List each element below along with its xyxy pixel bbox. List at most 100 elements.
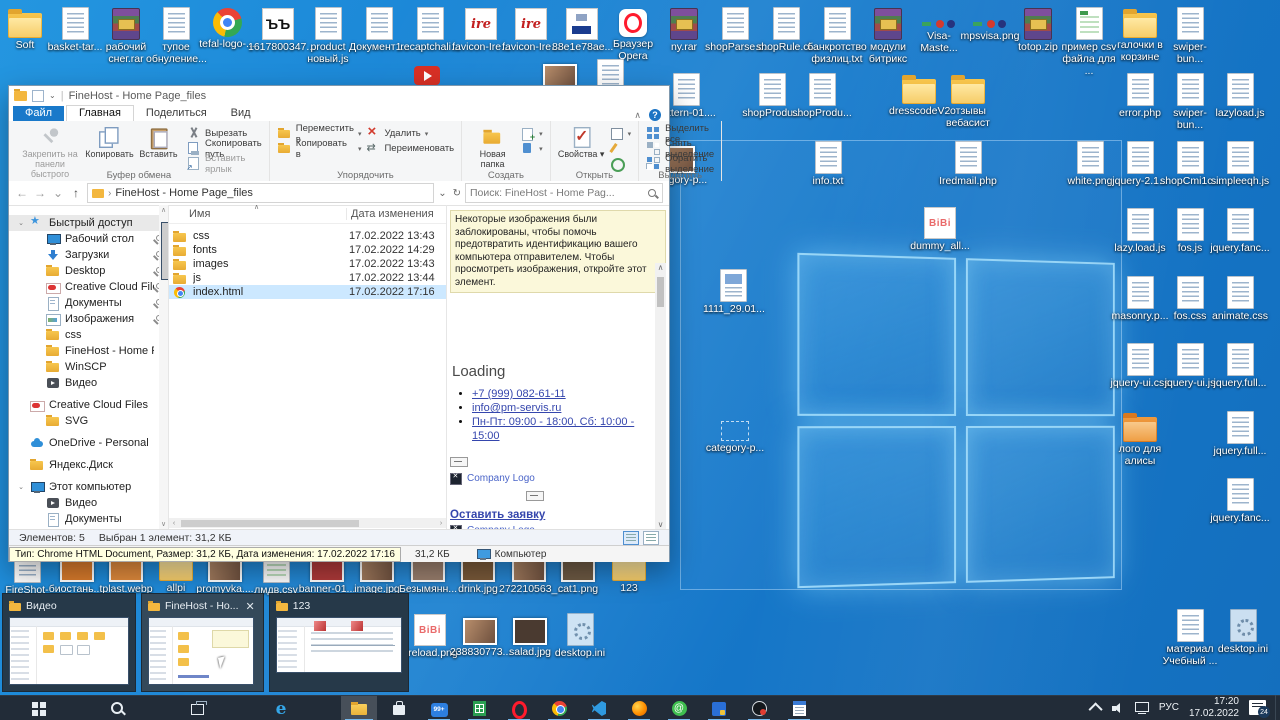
table-row[interactable]: css 17.02.2022 13:43 xyxy=(169,229,446,243)
scroll-down-icon[interactable]: ∨ xyxy=(159,520,168,528)
recent-locations-caret[interactable]: ⌄ xyxy=(51,186,65,200)
show-desktop-button[interactable] xyxy=(1275,695,1280,720)
tab-Поделиться[interactable]: Поделиться xyxy=(134,106,219,121)
window-thumbnail[interactable] xyxy=(148,617,254,685)
sidebar-item-Яндекс.Диск[interactable]: Яндекс.Диск xyxy=(9,457,168,473)
mail-client[interactable]: @ xyxy=(664,696,694,720)
network-icon[interactable] xyxy=(1135,702,1149,713)
sidebar-item-Загрузки[interactable]: Загрузки xyxy=(9,247,168,263)
desktop-icon[interactable]: jquery.full... xyxy=(1210,342,1270,390)
preview-link[interactable]: +7 (999) 082-61-11 xyxy=(472,388,566,400)
sidebar-item-Creative Cloud Files[interactable]: Creative Cloud Files xyxy=(9,397,168,413)
back-button[interactable]: ← xyxy=(15,186,29,200)
expander-icon[interactable]: ⌄ xyxy=(17,219,25,227)
sidebar-item-Изображения[interactable]: Изображения xyxy=(9,311,168,327)
taskbar-preview-card[interactable]: FineHost - Ho... ✕ xyxy=(141,593,264,692)
sidebar-item-css[interactable]: css xyxy=(9,327,168,343)
table-row[interactable]: index.html 17.02.2022 17:16 xyxy=(169,285,446,299)
desktop-icon[interactable]: lazyload.js xyxy=(1210,72,1270,120)
search-input[interactable]: Поиск: FineHost - Home Pag... xyxy=(465,183,663,203)
microsoft-store[interactable] xyxy=(384,696,414,720)
tab-Файл[interactable]: Файл xyxy=(13,106,64,121)
desktop-icon[interactable]: info.txt xyxy=(798,140,858,188)
language-indicator[interactable]: РУС xyxy=(1159,702,1179,713)
taskbar[interactable]: e 99+ @ xyxy=(0,695,1280,720)
clock[interactable]: 17:20 17.02.2022 xyxy=(1189,696,1239,719)
ribbon-button-properties[interactable]: Свойства ▾ xyxy=(558,124,605,160)
collapse-ribbon-icon[interactable]: ∧ xyxy=(634,110,641,121)
sidebar-item-Документы[interactable]: Документы xyxy=(9,511,168,527)
desktop-icon[interactable]: лого для алисы xyxy=(1110,410,1170,468)
spreadsheet-app[interactable] xyxy=(464,696,494,720)
sidebar-item-Быстрый доступ[interactable]: ⌄ Быстрый доступ xyxy=(9,215,168,231)
desktop-icon[interactable]: jquery.full... xyxy=(1210,410,1270,458)
ribbon-button-select-invert[interactable]: Обратить выделение xyxy=(646,157,714,170)
taskbar-preview-card[interactable]: 123 xyxy=(269,593,409,692)
scroll-left-icon[interactable]: ‹ xyxy=(169,520,179,527)
desktop-icon[interactable]: category-p... xyxy=(705,412,765,455)
ribbon-button-copyto[interactable]: Копировать в ▾ xyxy=(277,142,362,155)
search-button[interactable] xyxy=(103,696,133,720)
desktop-icon[interactable]: Iredmail.php xyxy=(938,140,998,188)
explorer-window[interactable]: ⌄ | FineHost - Home Page_files Файл Главн… xyxy=(8,85,670,562)
desktop-icon[interactable]: simpleeqh.js xyxy=(1210,140,1270,188)
vs-code[interactable] xyxy=(584,696,614,720)
start-button[interactable] xyxy=(24,696,54,720)
desktop-icon[interactable]: swiper-bun... xyxy=(1160,6,1220,66)
desktop-icon[interactable] xyxy=(397,58,457,85)
ribbon-button-newfolder[interactable]: Новая папка xyxy=(469,124,516,170)
sidebar-item-Документы[interactable]: Документы xyxy=(9,295,168,311)
ribbon-button-newitem[interactable]: ▾ xyxy=(520,127,543,140)
edge[interactable]: e xyxy=(266,696,296,720)
tab-Главная[interactable]: Главная xyxy=(66,105,134,121)
sidebar-item-Creative Cloud Files[interactable]: Creative Cloud Files xyxy=(9,279,168,295)
desktop-icon[interactable]: jquery.fanc... xyxy=(1210,207,1270,255)
messenger[interactable]: 99+ xyxy=(424,696,454,720)
preview-link[interactable]: Оставить заявку xyxy=(450,509,655,521)
details-view-button[interactable] xyxy=(623,531,639,545)
quick-access-customize-caret[interactable]: ⌄ xyxy=(49,91,56,100)
help-icon[interactable]: ? xyxy=(649,109,661,121)
breadcrumb[interactable]: FineHost - Home Page_files xyxy=(115,187,253,199)
title-bar[interactable]: ⌄ | FineHost - Home Page_files xyxy=(9,86,669,105)
scroll-up-icon[interactable]: ∧ xyxy=(159,206,168,214)
desktop-icon[interactable]: jquery.fanc... xyxy=(1210,477,1270,525)
navigation-scrollbar[interactable]: ∧ ∨ xyxy=(159,205,168,529)
up-button[interactable]: ↑ xyxy=(69,186,83,200)
ribbon-button-open[interactable]: ▾ xyxy=(609,127,632,140)
ribbon-button-edit[interactable] xyxy=(609,142,632,155)
obs-studio[interactable] xyxy=(744,696,774,720)
taskbar-preview-card[interactable]: Видео xyxy=(2,593,136,692)
sidebar-item-Этот компьютер[interactable]: ⌄ Этот компьютер xyxy=(9,479,168,495)
horizontal-scrollbar[interactable]: ‹ › xyxy=(169,518,446,528)
search-icon[interactable] xyxy=(647,188,658,199)
action-center-icon[interactable]: 24 xyxy=(1249,700,1266,715)
sidebar-item-SVG[interactable]: SVG xyxy=(9,413,168,429)
refresh-icon[interactable]: ↻ xyxy=(453,188,461,199)
ribbon-button-rename[interactable]: Переименовать xyxy=(365,142,454,155)
quick-access-toolbar-icon[interactable] xyxy=(32,90,44,102)
desktop-icon[interactable]: 1111_29.01... xyxy=(703,268,763,316)
sidebar-item-FineHost - Home Page_files[interactable]: FineHost - Home Page_files xyxy=(9,343,168,359)
table-row[interactable]: images 17.02.2022 13:43 xyxy=(169,257,446,271)
sidebar-item-Видео[interactable]: Видео xyxy=(9,375,168,391)
column-header-date[interactable]: Дата изменения xyxy=(347,208,434,220)
winscp[interactable] xyxy=(704,696,734,720)
scrollbar-track[interactable] xyxy=(179,518,436,528)
desktop-icon[interactable]: desktop.ini xyxy=(550,612,610,660)
sidebar-item-WinSCP[interactable]: WinSCP xyxy=(9,359,168,375)
window-thumbnail[interactable] xyxy=(276,617,402,673)
address-input[interactable]: › FineHost - Home Page_files xyxy=(87,183,434,203)
opera-browser[interactable] xyxy=(504,696,534,720)
preview-scrollbar[interactable]: ∧ ∨ xyxy=(655,263,666,529)
scrollbar-thumb[interactable] xyxy=(181,520,359,527)
ribbon-button-delete[interactable]: Удалить▾ xyxy=(365,127,454,140)
table-row[interactable]: js 17.02.2022 13:44 xyxy=(169,271,446,285)
preview-link[interactable]: Пн-Пт: 09:00 - 18:00, Сб: 10:00 - 15:00 xyxy=(472,416,634,441)
close-icon[interactable]: ✕ xyxy=(244,600,257,613)
table-row[interactable]: fonts 17.02.2022 14:29 xyxy=(169,243,446,257)
scroll-up-icon[interactable]: ∧ xyxy=(655,263,666,272)
ribbon-button-easyaccess[interactable]: ▾ xyxy=(520,142,543,155)
scroll-down-icon[interactable]: ∨ xyxy=(655,520,666,529)
preview-link[interactable]: info@pm-servis.ru xyxy=(472,402,561,414)
